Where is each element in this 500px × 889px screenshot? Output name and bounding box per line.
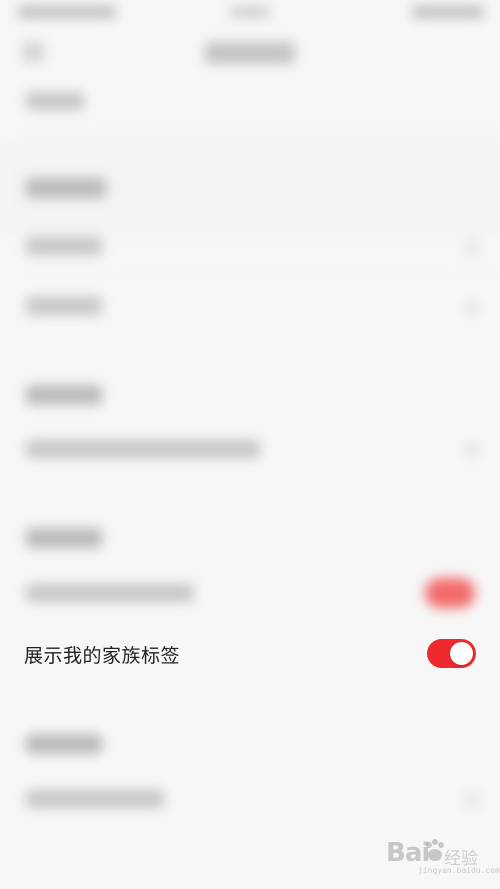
section-header	[26, 178, 106, 198]
section-header	[26, 385, 102, 405]
chevron-right-icon	[466, 300, 478, 314]
section-header	[26, 734, 102, 754]
family-tag-toggle[interactable]	[427, 639, 476, 668]
section-header	[26, 528, 102, 548]
status-bar-right	[412, 6, 484, 18]
blurred-background	[0, 0, 500, 889]
settings-row-label	[26, 92, 84, 110]
toggle-knob	[450, 642, 473, 665]
status-bar-left	[18, 6, 116, 18]
settings-row-label	[26, 790, 164, 808]
family-tag-row[interactable]: 展示我的家族标签	[0, 625, 500, 683]
divider	[24, 130, 500, 131]
baidu-jingyan-watermark: Bai 经验 jingyan.baidu.com	[378, 832, 500, 878]
chevron-right-icon	[466, 793, 478, 807]
back-arrow-icon[interactable]	[22, 42, 44, 62]
family-tag-label: 展示我的家族标签	[24, 645, 181, 667]
chevron-right-icon	[466, 240, 478, 254]
divider	[24, 273, 500, 274]
baidu-paw-icon	[426, 839, 444, 861]
settings-row-label	[26, 440, 260, 458]
status-bar	[0, 0, 500, 28]
watermark-url: jingyan.baidu.com	[418, 866, 500, 875]
watermark-brand: Bai	[386, 838, 430, 868]
status-bar-time	[230, 6, 270, 18]
settings-row-label	[26, 237, 102, 255]
chevron-right-icon	[466, 443, 478, 457]
settings-row-label	[26, 584, 194, 602]
page-title	[205, 42, 295, 64]
settings-row-label	[26, 297, 102, 315]
toggle-switch-blurred[interactable]	[425, 578, 475, 608]
